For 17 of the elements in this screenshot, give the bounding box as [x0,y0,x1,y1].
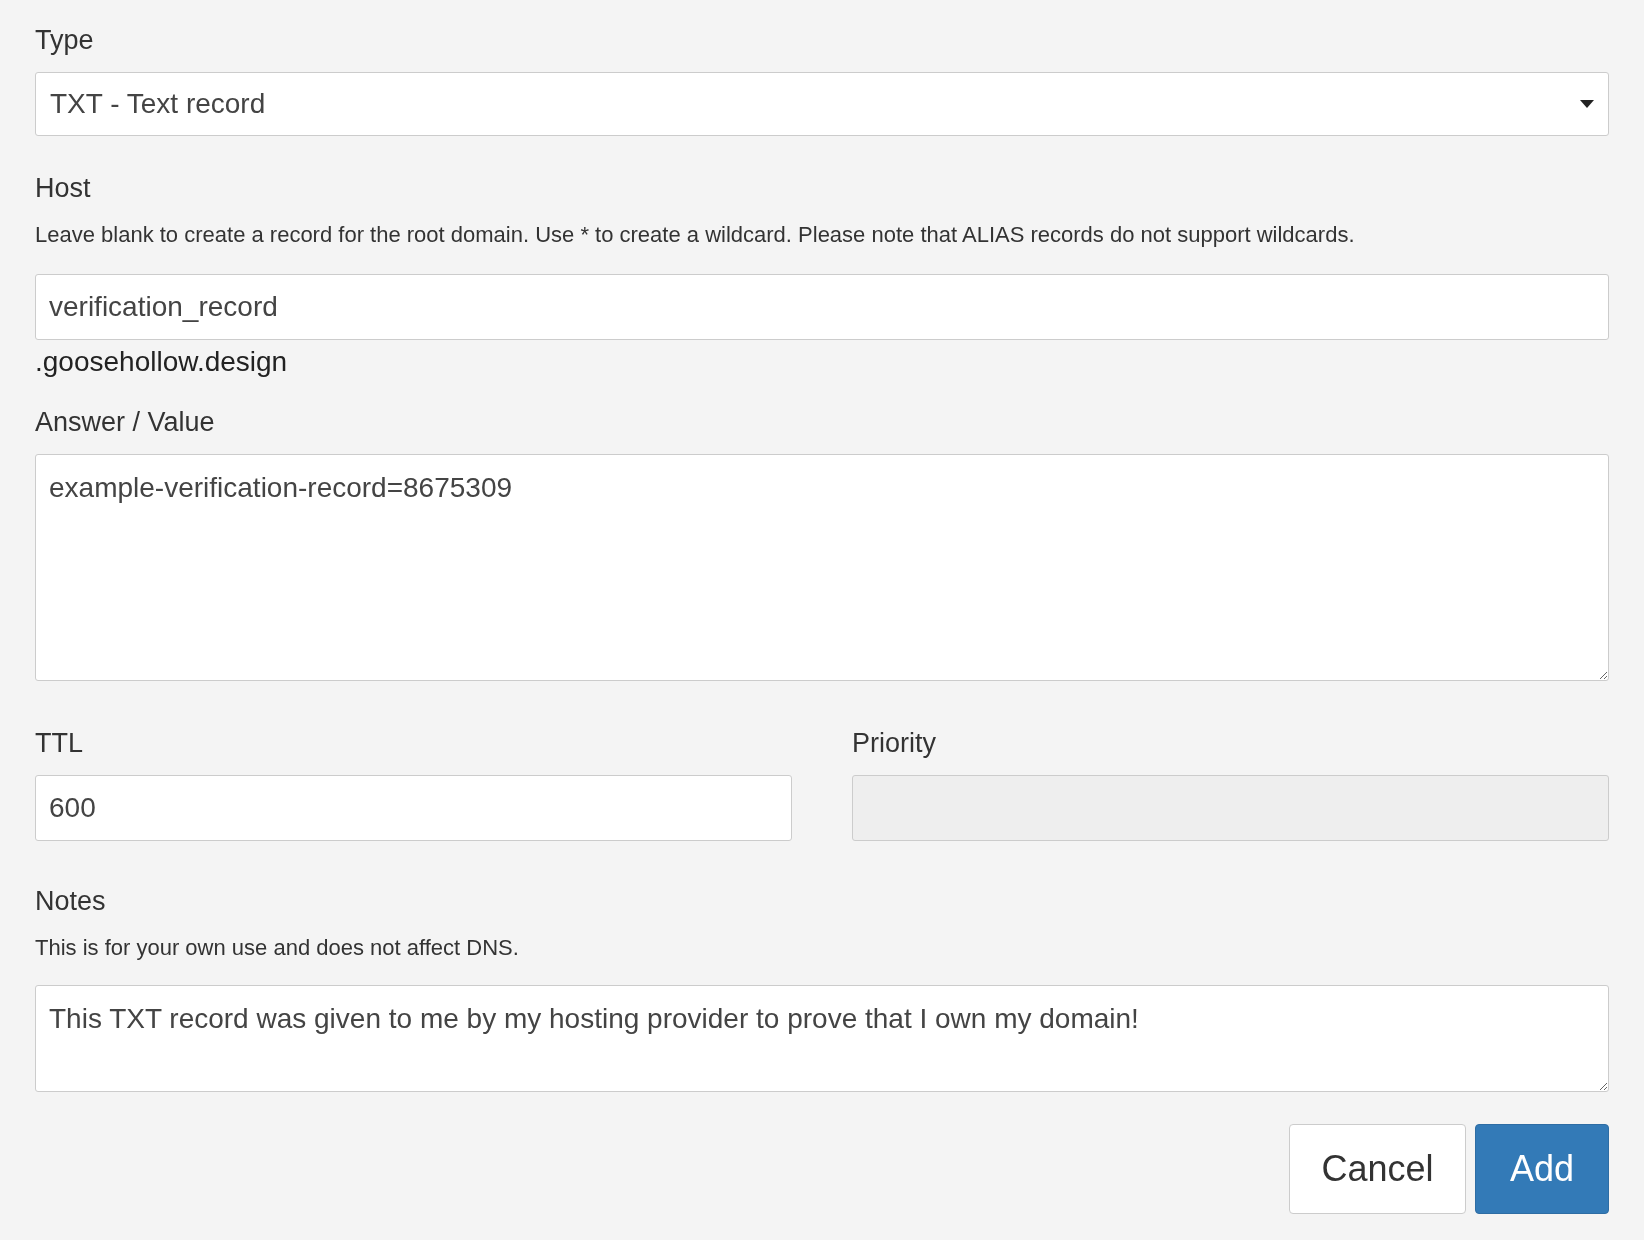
add-button[interactable]: Add [1475,1124,1609,1214]
field-label: Answer / Value [35,406,216,439]
field-label: Notes [35,885,107,918]
help-text: Leave blank to create a record for the root domain. Use * to create a wildcard. Please note that ALIAS records do not support wildcards. [35,221,1356,249]
field-label: Type [35,24,95,57]
notes-textarea[interactable]: This TXT record was given to me by my hosting provider to prove that I own my domain! [35,985,1609,1092]
domain-suffix: .goosehollow.design [35,345,289,379]
type-dropdown[interactable]: TXT - Text record [35,72,1609,136]
cancel-button[interactable]: Cancel [1289,1124,1466,1214]
field-label: Host [35,172,92,205]
caret-icon [1580,100,1594,108]
help-text: This is for your own use and does not affect DNS. [35,934,520,962]
field-label: Priority [852,727,937,760]
field-label: TTL [35,727,84,760]
text-input[interactable]: 600 [35,775,792,841]
host-input[interactable]: verification_record [35,274,1609,340]
value-textarea[interactable]: example-verification-record=8675309 [35,454,1609,681]
